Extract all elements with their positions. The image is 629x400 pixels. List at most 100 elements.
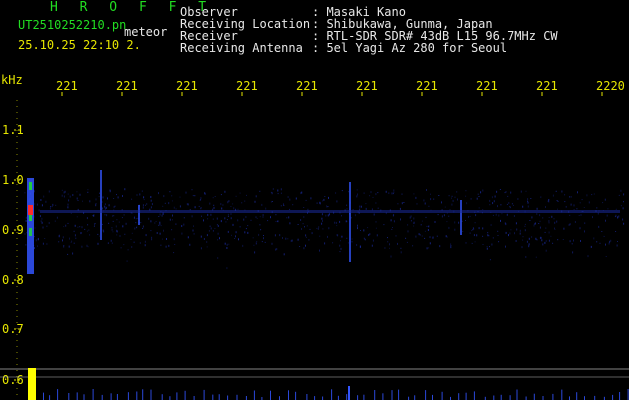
noise-dot	[34, 247, 35, 250]
noise-dot	[561, 190, 563, 193]
noise-dot	[209, 202, 211, 205]
noise-dot	[471, 230, 473, 232]
noise-dot	[226, 267, 228, 270]
noise-dot	[245, 228, 247, 230]
noise-dot	[482, 235, 484, 237]
noise-dot	[183, 223, 185, 226]
noise-dot	[544, 241, 546, 244]
noise-dot	[256, 217, 258, 219]
noise-dot	[505, 191, 507, 193]
noise-dot	[86, 230, 88, 232]
noise-dot	[139, 242, 141, 244]
noise-dot	[172, 219, 173, 221]
noise-dot	[496, 190, 498, 193]
noise-dot	[159, 223, 161, 225]
noise-dot	[275, 214, 277, 216]
noise-dot	[143, 196, 145, 199]
noise-dot	[94, 223, 96, 225]
noise-dot	[497, 205, 498, 208]
noise-dot	[321, 217, 323, 220]
noise-dot	[510, 229, 512, 231]
noise-dot	[169, 218, 171, 221]
noise-dot	[77, 226, 79, 228]
amplitude-tick	[136, 391, 138, 400]
noise-dot	[94, 224, 95, 226]
noise-dot	[58, 234, 60, 236]
amplitude-tick	[414, 395, 416, 400]
noise-dot	[530, 198, 532, 199]
noise-dot	[264, 241, 266, 243]
noise-dot	[122, 195, 123, 197]
noise-dot	[113, 198, 115, 199]
noise-dot	[95, 203, 97, 205]
noise-dot	[400, 218, 401, 221]
noise-dot	[341, 190, 343, 192]
noise-dot	[86, 244, 88, 247]
noise-dot	[181, 232, 183, 235]
noise-dot	[438, 195, 440, 196]
noise-dot	[292, 204, 294, 206]
noise-dot	[309, 228, 311, 230]
noise-dot	[522, 239, 524, 241]
amplitude-tick	[357, 395, 359, 400]
noise-dot	[551, 215, 553, 218]
noise-dot	[63, 245, 65, 246]
noise-dot	[462, 231, 464, 232]
meteor-echo-layer	[27, 170, 620, 274]
amplitude-tick	[150, 389, 152, 400]
noise-dot	[557, 208, 558, 210]
noise-dot	[168, 244, 170, 247]
noise-dot	[226, 219, 228, 221]
noise-dot	[443, 214, 445, 217]
noise-dot	[565, 206, 567, 208]
noise-dot	[230, 217, 232, 220]
noise-dot	[509, 232, 511, 235]
noise-dot	[490, 224, 492, 226]
noise-dot	[578, 215, 580, 216]
noise-dot	[324, 196, 326, 197]
noise-dot	[142, 204, 144, 207]
amplitude-tick	[169, 396, 171, 400]
noise-dot	[528, 243, 530, 246]
noise-dot	[500, 219, 501, 222]
noise-dot	[391, 192, 393, 195]
amplitude-tick	[363, 394, 365, 400]
noise-dot	[104, 205, 106, 208]
noise-dot	[95, 204, 97, 207]
noise-dot	[287, 196, 289, 198]
noise-dot	[340, 247, 342, 250]
noise-dot	[289, 198, 291, 201]
noise-dot	[383, 224, 385, 226]
noise-dot	[77, 200, 79, 201]
noise-dot	[534, 222, 536, 225]
noise-dot	[321, 222, 323, 225]
noise-dot	[217, 239, 219, 241]
noise-dot	[569, 196, 570, 198]
noise-dot	[393, 191, 395, 193]
noise-dot	[448, 215, 450, 217]
noise-dot	[615, 231, 617, 232]
noise-dot	[142, 227, 144, 229]
noise-dot	[265, 207, 267, 210]
amplitude-tick	[101, 394, 103, 400]
noise-dot	[175, 208, 177, 210]
noise-dot	[385, 190, 387, 193]
noise-dot	[554, 229, 556, 230]
amplitude-tick	[68, 393, 70, 400]
noise-dot	[569, 223, 571, 226]
noise-dot	[280, 192, 282, 194]
noise-dot	[527, 200, 528, 202]
noise-dot	[586, 194, 588, 197]
noise-dot	[430, 198, 432, 201]
noise-dot	[452, 199, 454, 202]
noise-dot	[520, 190, 522, 193]
meteor-echo-core	[29, 182, 32, 190]
noise-dot	[526, 240, 528, 243]
noise-dot	[397, 203, 399, 205]
noise-dot	[227, 216, 229, 217]
noise-dot	[480, 191, 482, 194]
noise-dot	[203, 238, 205, 240]
noise-dot	[230, 206, 232, 207]
amplitude-tick	[127, 392, 129, 400]
amplitude-tick	[236, 394, 238, 400]
